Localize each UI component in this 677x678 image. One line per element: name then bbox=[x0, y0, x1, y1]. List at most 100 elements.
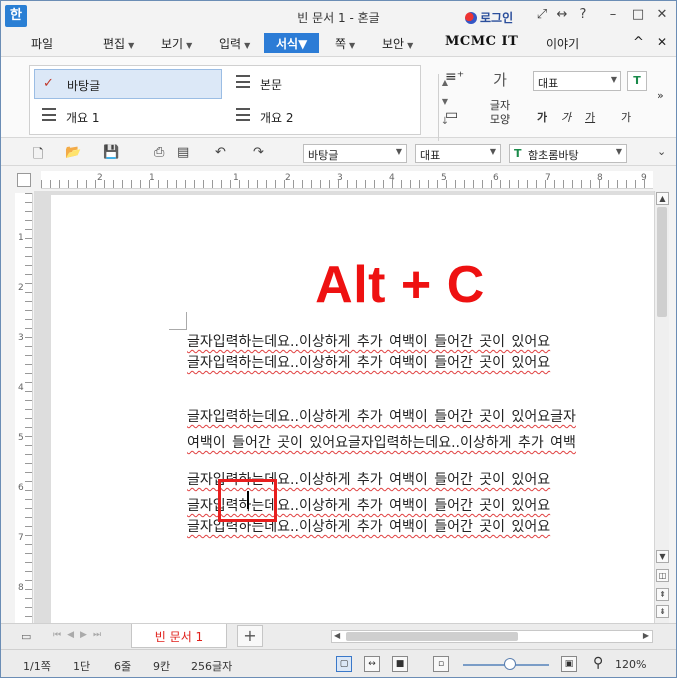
italic-button[interactable]: 가 bbox=[561, 109, 571, 125]
menu-edit-label: 편집 bbox=[103, 37, 126, 51]
ruler-number: 5 bbox=[441, 173, 447, 183]
char-shape-icon[interactable]: 가 bbox=[485, 69, 515, 90]
close-doc-icon[interactable]: ✕ bbox=[657, 35, 667, 49]
scroll-right-icon[interactable]: ▶ bbox=[643, 631, 649, 640]
maximize-button[interactable]: □ bbox=[629, 7, 647, 22]
style-label: 바탕글 bbox=[67, 79, 101, 93]
minimize-button[interactable]: – bbox=[604, 7, 622, 22]
tab-nav-icons[interactable]: ⏮◀▶⏭ bbox=[53, 630, 107, 640]
ruler-number: 8 bbox=[18, 583, 24, 593]
document-heading: Alt + C bbox=[315, 256, 485, 314]
font-name-combo[interactable]: 대표 ▼ bbox=[533, 71, 621, 91]
magnifier-icon[interactable]: ⚲ bbox=[593, 655, 603, 671]
scroll-up-icon[interactable]: ▲ bbox=[656, 192, 669, 205]
char-shape-label-2: 모양 bbox=[489, 113, 511, 126]
login-button[interactable]: 로그인 bbox=[465, 9, 513, 26]
ruler-number: 3 bbox=[337, 173, 343, 183]
status-bar: 1/1쪽 1단 6줄 9칸 256글자 ▢ ↔ ■ ▫ ▣ ⚲ 120% bbox=[1, 649, 676, 677]
zoom-in-icon[interactable]: ▣ bbox=[561, 656, 577, 672]
save-icon[interactable]: 💾 bbox=[103, 145, 119, 160]
ribbon-expand-icon[interactable]: » bbox=[657, 89, 664, 102]
title-bar: 한 빈 문서 1 - 혼글 로그인 ⤢ ↔ ? – □ ✕ bbox=[1, 1, 676, 31]
style-folder-icon[interactable]: ▭ bbox=[445, 107, 458, 123]
scroll-thumb[interactable] bbox=[657, 207, 667, 317]
char-shape-button[interactable]: 글자 모양 bbox=[485, 99, 515, 127]
menu-page[interactable]: 쪽 ▼ bbox=[335, 35, 355, 52]
style-item-batang[interactable]: ✓ 바탕글 bbox=[34, 69, 222, 99]
zoom-out-icon[interactable]: ▫ bbox=[433, 656, 449, 672]
print-icon[interactable]: ⎙ bbox=[154, 145, 164, 160]
menu-security[interactable]: 보안 ▼ bbox=[382, 35, 413, 52]
resize-icon[interactable]: ↔ bbox=[553, 7, 571, 22]
scroll-thumb[interactable] bbox=[346, 632, 518, 641]
vertical-scrollbar[interactable]: ▲ ▼ ◫ ⇞ ⇟ bbox=[654, 191, 669, 623]
next-page-icon[interactable]: ⇟ bbox=[656, 605, 669, 618]
style-label: 개요 1 bbox=[66, 111, 100, 125]
style-label: 개요 2 bbox=[260, 111, 294, 125]
add-tab-button[interactable]: + bbox=[237, 625, 263, 647]
font-lang-combo[interactable]: 대표 ▼ bbox=[415, 144, 501, 163]
menu-input[interactable]: 입력 ▼ bbox=[219, 35, 250, 52]
fullscreen-icon[interactable]: ⤢ bbox=[533, 7, 551, 22]
preview-icon[interactable]: ▤ bbox=[177, 145, 189, 160]
chevron-down-icon[interactable]: ▼ bbox=[439, 97, 451, 106]
menu-view[interactable]: 보기 ▼ bbox=[161, 35, 192, 52]
scroll-left-icon[interactable]: ◀ bbox=[334, 631, 340, 640]
ruler-corner[interactable] bbox=[17, 173, 31, 187]
font-type-icon: T bbox=[514, 147, 522, 160]
document-page[interactable]: Alt + C 글자입력하는데요..이상하게 추가 여백이 들어간 곳이 있어요… bbox=[51, 195, 654, 623]
menu-file-label: 파일 bbox=[31, 37, 54, 51]
chevron-down-icon: ▼ bbox=[244, 41, 251, 50]
menu-format[interactable]: 서식▼ bbox=[264, 33, 319, 53]
menu-input-label: 입력 bbox=[219, 37, 242, 51]
bold-button[interactable]: 가 bbox=[537, 109, 547, 125]
zoom-level[interactable]: 120% bbox=[615, 658, 646, 671]
collapse-ribbon-icon[interactable]: ^ bbox=[633, 35, 644, 50]
style-item-outline2[interactable]: 개요 2 bbox=[228, 102, 416, 132]
horizontal-scrollbar[interactable]: ◀ ▶ bbox=[331, 630, 653, 643]
font-type-icon[interactable]: T bbox=[627, 71, 647, 91]
chevron-down-icon: ▼ bbox=[407, 41, 414, 50]
undo-icon[interactable]: ↶ bbox=[215, 145, 226, 160]
view-width-icon[interactable]: ↔ bbox=[364, 656, 380, 672]
login-icon bbox=[465, 12, 477, 24]
add-style-icon[interactable]: ≡⁺ bbox=[445, 69, 464, 85]
menu-edit[interactable]: 편집 ▼ bbox=[103, 35, 134, 52]
style-combo[interactable]: 바탕글 ▼ bbox=[303, 144, 407, 163]
margin-marker bbox=[169, 312, 187, 330]
prev-page-icon[interactable]: ⇞ bbox=[656, 588, 669, 601]
menu-view-label: 보기 bbox=[161, 37, 184, 51]
menu-file[interactable]: 파일 bbox=[31, 35, 53, 52]
font-combo[interactable]: T 함초롬바탕 ▼ bbox=[509, 144, 627, 163]
ruler-number: 4 bbox=[389, 173, 395, 183]
style-item-outline1[interactable]: 개요 1 bbox=[34, 102, 222, 132]
text-line: 글자입력하는데요..이상하게 추가 여백이 들어간 곳이 있어요 bbox=[187, 334, 551, 350]
status-line: 6줄 bbox=[114, 660, 132, 673]
redo-icon[interactable]: ↷ bbox=[253, 145, 264, 160]
strikethrough-button[interactable]: 가 bbox=[621, 109, 631, 125]
new-document-icon[interactable]: 🗋 bbox=[33, 145, 43, 167]
tab-document[interactable]: 빈 문서 1 bbox=[131, 624, 227, 648]
close-button[interactable]: ✕ bbox=[653, 7, 671, 22]
scroll-down-icon[interactable]: ▼ bbox=[656, 550, 669, 563]
paragraph-style-icon bbox=[42, 108, 56, 123]
ruler-number: 4 bbox=[18, 383, 24, 393]
underline-button[interactable]: 가 bbox=[585, 109, 595, 125]
help-icon[interactable]: ? bbox=[574, 7, 592, 22]
view-page-icon[interactable]: ▢ bbox=[336, 656, 352, 672]
menu-story[interactable]: 이야기 bbox=[546, 35, 579, 52]
style-item-body[interactable]: 본문 bbox=[228, 69, 416, 99]
menu-format-label: 서식 bbox=[276, 37, 299, 51]
chevron-down-icon: ▼ bbox=[349, 41, 356, 50]
zoom-slider-handle[interactable] bbox=[504, 658, 516, 670]
ribbon: ✓ 바탕글 본문 개요 1 개요 2 ▲ ▼ ↓ ≡⁺ ▭ 가 글자 모양 대표… bbox=[1, 56, 676, 144]
page-view-icon[interactable]: ◫ bbox=[656, 569, 669, 582]
toolbar-expand-icon[interactable]: ⌄ bbox=[657, 145, 666, 158]
ruler-ticks bbox=[41, 180, 653, 188]
tab-list-icon[interactable]: ▭ bbox=[21, 630, 31, 643]
open-folder-icon[interactable]: 📂 bbox=[65, 145, 81, 160]
vertical-ruler[interactable]: 1 2 3 4 5 6 7 8 bbox=[15, 193, 33, 623]
status-chars: 256글자 bbox=[191, 660, 233, 673]
horizontal-ruler[interactable]: 2 1 1 2 3 4 5 6 7 8 9 bbox=[41, 171, 653, 189]
view-full-icon[interactable]: ■ bbox=[392, 656, 408, 672]
